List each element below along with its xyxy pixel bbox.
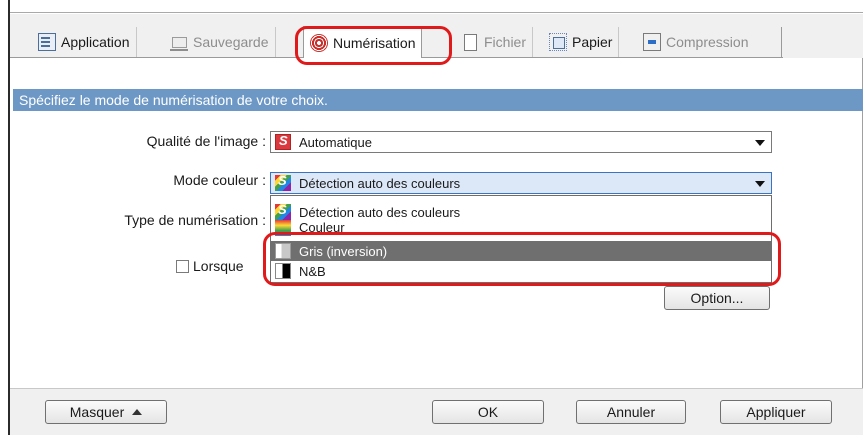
color-mode-value: Détection auto des couleurs bbox=[299, 175, 461, 191]
option-label: Détection auto des couleurs bbox=[299, 204, 461, 220]
tab-label: Compression bbox=[666, 34, 749, 50]
image-quality-select[interactable]: Automatique bbox=[270, 131, 772, 153]
file-icon bbox=[461, 33, 479, 51]
lorsque-checkbox-label: Lorsque bbox=[193, 258, 244, 274]
color-auto-icon bbox=[275, 173, 291, 191]
compression-icon bbox=[643, 33, 661, 51]
chevron-up-icon bbox=[132, 409, 143, 415]
tab-label: Sauvegarde bbox=[193, 34, 269, 50]
apply-button[interactable]: Appliquer bbox=[720, 400, 832, 424]
option-button[interactable]: Option... bbox=[664, 286, 770, 310]
dropdown-options-highlight bbox=[263, 232, 781, 286]
color-auto-icon bbox=[275, 202, 291, 220]
lorsque-checkbox-row[interactable]: Lorsque bbox=[176, 258, 244, 274]
image-quality-label: Qualité de l'image : bbox=[146, 133, 266, 149]
tab-fichier[interactable]: Fichier bbox=[455, 27, 534, 57]
tab-papier[interactable]: Papier bbox=[543, 27, 620, 57]
chevron-down-icon bbox=[755, 181, 765, 187]
color-mode-select[interactable]: Détection auto des couleurs bbox=[270, 172, 772, 194]
tab-application[interactable]: Application bbox=[32, 27, 137, 57]
image-quality-value: Automatique bbox=[299, 134, 372, 150]
dialog-window: Application Sauvegarde Numérisation Fich… bbox=[0, 0, 863, 435]
paper-icon bbox=[549, 33, 567, 51]
tab-compression[interactable]: Compression bbox=[637, 27, 782, 57]
hide-button-label: Masquer bbox=[69, 404, 125, 420]
scan-type-label: Type de numérisation : bbox=[124, 212, 266, 228]
active-tab-highlight bbox=[295, 26, 452, 65]
chevron-down-icon bbox=[755, 140, 765, 146]
tab-sauvegarde[interactable]: Sauvegarde bbox=[164, 27, 276, 57]
top-bar bbox=[10, 0, 863, 13]
hide-button[interactable]: Masquer bbox=[45, 400, 167, 424]
application-icon bbox=[38, 33, 56, 51]
save-icon bbox=[170, 33, 188, 51]
tab-label: Fichier bbox=[484, 34, 527, 50]
color-mode-label: Mode couleur : bbox=[173, 172, 266, 188]
lorsque-checkbox[interactable] bbox=[176, 259, 189, 273]
instruction-banner: Spécifiez le mode de numérisation de vot… bbox=[13, 89, 863, 111]
auto-quality-icon bbox=[275, 133, 291, 150]
cancel-button[interactable]: Annuler bbox=[576, 400, 686, 424]
ok-button[interactable]: OK bbox=[432, 400, 544, 424]
tab-label: Papier bbox=[572, 34, 613, 50]
tab-label: Application bbox=[61, 34, 130, 50]
